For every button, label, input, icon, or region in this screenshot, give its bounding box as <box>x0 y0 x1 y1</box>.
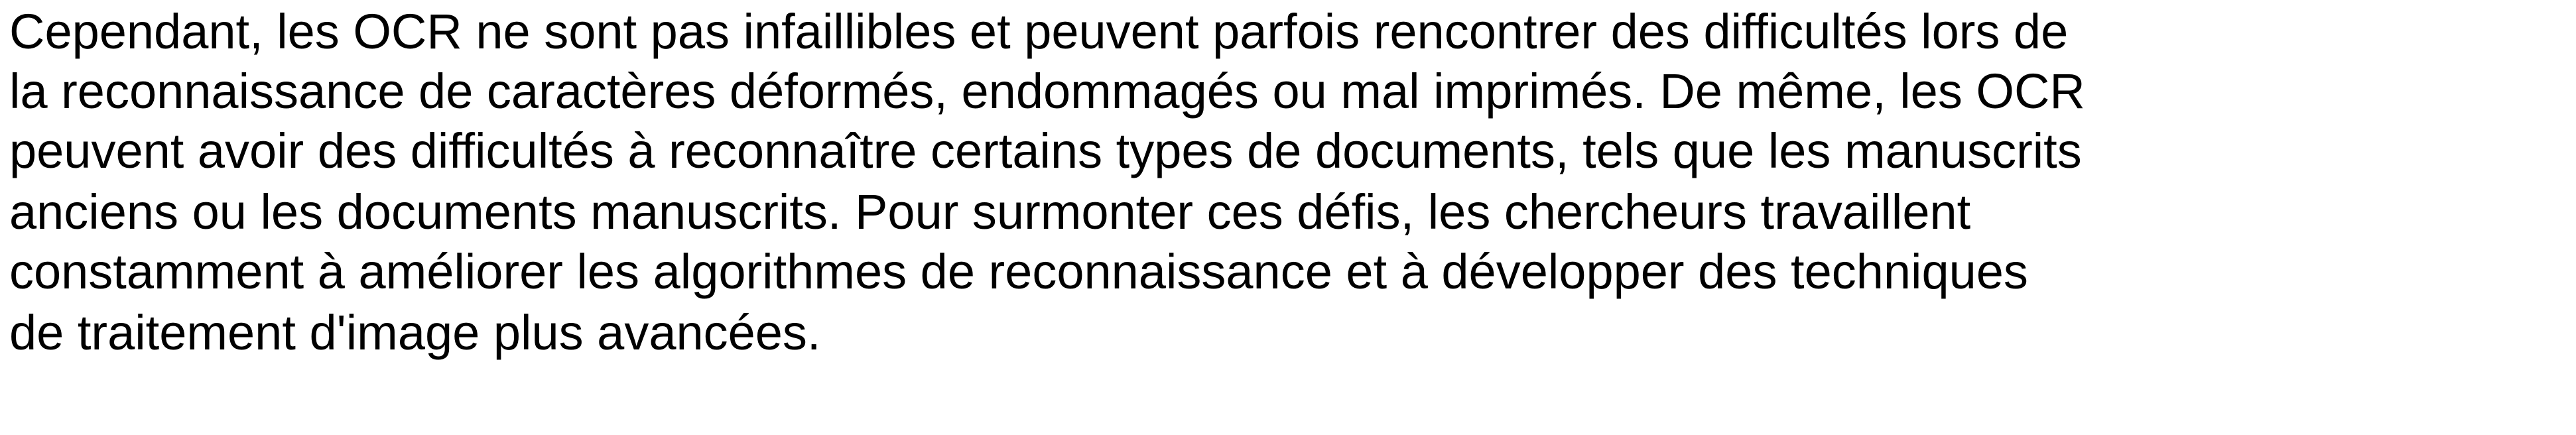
paragraph-line-5: constamment à améliorer les algorithmes … <box>9 244 2028 299</box>
paragraph-line-4: anciens ou les documents manuscrits. Pou… <box>9 184 1971 239</box>
paragraph-line-6: de traitement d'image plus avancées. <box>9 305 821 360</box>
document-page: Cependant, les OCR ne sont pas infaillib… <box>9 0 2569 435</box>
paragraph-line-3: peuvent avoir des difficultés à reconnaî… <box>9 123 2082 178</box>
paragraph-line-2: la reconnaissance de caractères déformés… <box>9 64 2085 119</box>
paragraph-line-1: Cependant, les OCR ne sont pas infaillib… <box>9 4 2069 59</box>
